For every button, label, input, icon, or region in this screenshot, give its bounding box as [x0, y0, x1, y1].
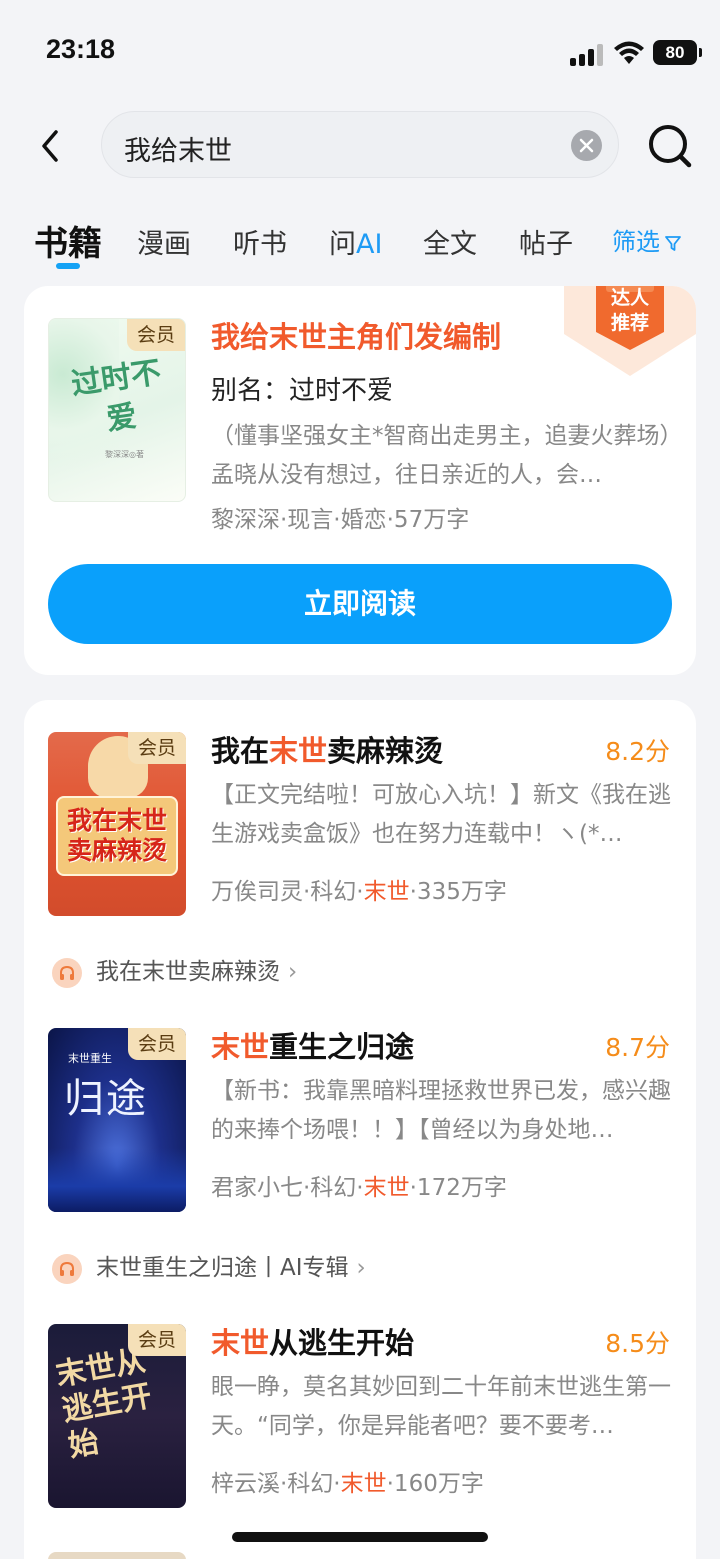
filter-icon [665, 236, 681, 251]
cover-glow [48, 1148, 186, 1212]
meta-part: 万俟司灵·科幻· [211, 879, 364, 905]
audiobook-link[interactable]: 末世重生之归途丨AI专辑 › [52, 1248, 366, 1284]
book-description: 眼一睁，莫名其妙回到二十年前末世逃生第一天。“同学，你是异能者吧？要不要考… [211, 1374, 671, 1439]
chevron-right-icon: › [356, 1255, 366, 1281]
tab-fulltext[interactable]: 全文 [423, 222, 477, 261]
vip-badge: 会员 [128, 1324, 186, 1356]
featured-book-card[interactable]: 过时不爱 黎深深◎著 会员 我给末世主角们发编制 别名：过时不爱 （懂事坚强女主… [24, 286, 696, 675]
tab-ask-ai-prefix: 问 [329, 229, 356, 260]
title-part: 我在 [211, 734, 270, 768]
book-title[interactable]: 末世重生之归途 [211, 1024, 414, 1066]
cover-title: 我在末世卖麻辣烫 [66, 806, 167, 865]
audiobook-title: 我在末世卖麻辣烫 [96, 959, 280, 985]
tab-ask-ai[interactable]: 问AI [329, 222, 382, 261]
meta-part: ·335万字 [409, 879, 507, 905]
vip-badge: 会员 [127, 319, 185, 351]
title-highlight: 末世 [211, 1030, 270, 1064]
title-part: 从逃生开始 [269, 1326, 415, 1360]
meta-highlight: 末世 [340, 1471, 387, 1497]
tab-posts[interactable]: 帖子 [519, 222, 573, 261]
meta-highlight: 末世 [363, 1175, 410, 1201]
book-score: 8.5分 [605, 1329, 670, 1358]
cover-title: 末世从逃生开始 [53, 1343, 155, 1465]
meta-part: ·160万字 [386, 1471, 484, 1497]
headphones-icon [52, 957, 82, 988]
search-header: 我给末世 [0, 108, 720, 184]
status-bar: 23:18 80 [0, 0, 720, 100]
close-icon [579, 138, 594, 153]
book-alias: 别名：过时不爱 [211, 376, 394, 406]
battery-indicator: 80 [653, 40, 702, 65]
book-description: 【新书：我靠黑暗料理拯救世界已发，感兴趣的来捧个场喂！！】【曾经以为身处地… [211, 1078, 671, 1143]
book-cover[interactable]: 我在末世卖麻辣烫 会员 [48, 732, 186, 916]
search-results-list: 我在末世卖麻辣烫 会员 我在末世卖麻辣烫 8.2分 【正文完结啦！可放心入坑！】… [24, 700, 696, 1559]
book-score: 8.2分 [605, 737, 670, 766]
list-item[interactable]: 末世从逃生开始 会员 末世从逃生开始 8.5分 眼一睁，莫名其妙回到二十年前末世… [24, 1292, 696, 1522]
book-description: （懂事坚强女主*智商出走男主，追妻火葬场）孟晓从没有想过，往日亲近的人，会… [211, 423, 671, 488]
book-cover[interactable]: 末世从逃生开始 会员 [48, 1324, 186, 1508]
title-highlight: 末世 [269, 734, 328, 768]
vip-badge: 会员 [128, 1028, 186, 1060]
category-tabs: 书籍 漫画 听书 问AI 全文 帖子 筛选 [0, 208, 720, 272]
audiobook-link[interactable]: 我在末世卖麻辣烫 › [52, 952, 297, 988]
list-item-partial[interactable] [48, 1552, 186, 1559]
book-title[interactable]: 我在末世卖麻辣烫 [211, 728, 443, 770]
list-item[interactable]: 我在末世卖麻辣烫 会员 我在末世卖麻辣烫 8.2分 【正文完结啦！可放心入坑！】… [24, 700, 696, 1000]
status-time: 23:18 [46, 34, 116, 64]
book-cover[interactable]: 末世重生 归途 会员 [48, 1028, 186, 1212]
filter-label: 筛选 [612, 228, 660, 256]
tab-audio[interactable]: 听书 [233, 222, 287, 261]
meta-part: ·172万字 [409, 1175, 507, 1201]
tab-books[interactable]: 书籍 [34, 216, 102, 265]
book-title[interactable]: 末世从逃生开始 [211, 1320, 414, 1362]
recommend-badge-text: 达人 推荐 [598, 286, 662, 336]
recommend-line1: 达人 [610, 287, 649, 309]
book-meta: 梓云溪·科幻·末世·160万字 [211, 1464, 484, 1498]
read-now-button[interactable]: 立即阅读 [48, 564, 672, 644]
book-score: 8.7分 [605, 1033, 670, 1062]
list-item[interactable]: 末世重生 归途 会员 末世重生之归途 8.7分 【新书：我靠黑暗料理拯救世界已发… [24, 996, 696, 1296]
book-meta: 君家小七·科幻·末世·172万字 [211, 1168, 507, 1202]
audiobook-title: 末世重生之归途丨AI专辑 [96, 1255, 349, 1281]
title-part: 卖麻辣烫 [327, 734, 444, 768]
filter-button[interactable]: 筛选 [612, 222, 682, 257]
chevron-right-icon: › [288, 959, 298, 985]
cellular-signal-icon [570, 44, 604, 66]
cover-title: 归途 [64, 1076, 148, 1122]
wifi-icon [614, 41, 644, 64]
meta-highlight: 末世 [363, 879, 410, 905]
recommend-badge: 达人 推荐 [564, 286, 696, 376]
tab-comics[interactable]: 漫画 [137, 222, 191, 261]
meta-part: 梓云溪·科幻· [211, 1471, 341, 1497]
active-tab-indicator [56, 263, 80, 269]
tab-ask-ai-label: AI [356, 229, 383, 260]
search-icon[interactable] [646, 122, 694, 170]
meta-part: 君家小七·科幻· [211, 1175, 364, 1201]
book-meta: 万俟司灵·科幻·末世·335万字 [211, 872, 507, 906]
book-description: 【正文完结啦！可放心入坑！】新文《我在逃生游戏卖盒饭》也在努力连载中！ヽ(*… [211, 782, 671, 847]
headphones-icon [52, 1253, 82, 1284]
recommend-line2: 推荐 [610, 312, 649, 334]
cover-subtitle: 末世重生 [68, 1052, 112, 1065]
title-part: 重生之归途 [269, 1030, 415, 1064]
search-query-text: 我给末世 [124, 136, 232, 167]
cover-title: 过时不爱 [69, 355, 164, 438]
clear-search-button[interactable] [571, 130, 602, 161]
home-indicator [232, 1532, 488, 1542]
book-meta: 黎深深·现言·婚恋·57万字 [211, 507, 470, 533]
back-arrow-icon[interactable] [32, 126, 68, 166]
book-title[interactable]: 我给末世主角们发编制 [211, 314, 501, 356]
book-cover[interactable]: 过时不爱 黎深深◎著 会员 [48, 318, 186, 502]
title-highlight: 末世 [211, 1326, 270, 1360]
cover-author: 黎深深◎著 [105, 450, 144, 459]
vip-badge: 会员 [128, 732, 186, 764]
search-input[interactable]: 我给末世 [101, 111, 619, 178]
